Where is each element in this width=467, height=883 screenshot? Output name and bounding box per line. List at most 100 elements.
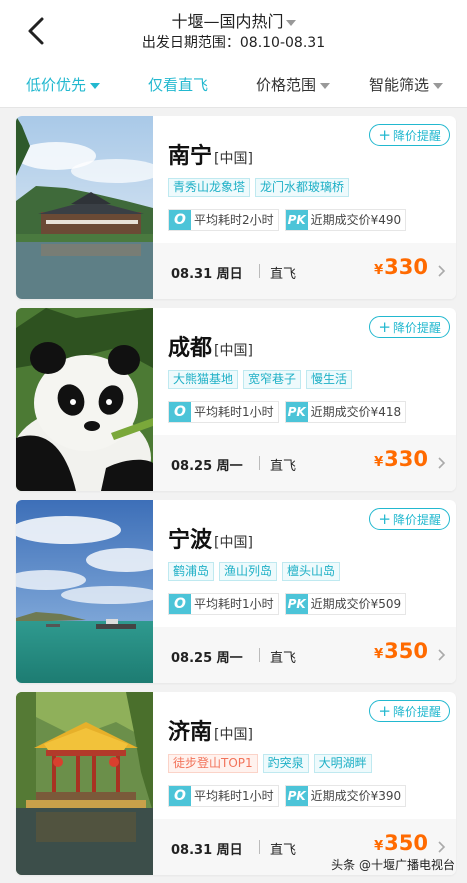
caret-down-icon <box>285 19 296 26</box>
attraction-tag: 趵突泉 <box>262 754 309 773</box>
price-value: 350 <box>384 831 428 855</box>
attraction-tag: 大明湖畔 <box>313 754 372 773</box>
flight-price: ¥350 <box>374 639 428 663</box>
flight-type: 直飞 <box>270 651 297 666</box>
filter-bar: 低价优先 仅看直飞 价格范围 智能筛选 <box>0 62 467 108</box>
currency-symbol: ¥ <box>374 647 384 662</box>
attraction-tag: 龙门水都玻璃桥 <box>255 178 350 197</box>
direct-only-filter[interactable]: 仅看直飞 <box>148 74 208 95</box>
clock-icon: O <box>169 402 191 422</box>
flight-stats: O 平均耗时1小时 PK 近期成交价¥509 <box>168 593 412 615</box>
alert-label: 降价提醒 <box>392 513 441 527</box>
city-label: 济南 <box>168 720 213 745</box>
divider <box>259 264 260 278</box>
recent-price-stat: PK 近期成交价¥390 <box>284 785 407 807</box>
destination-card[interactable]: + 降价提醒 成都 [中国] 大熊猫基地 宽窄巷子 慢生活 O 平均耗时1小时 PK 近期成交… <box>16 308 456 491</box>
attraction-tag: 慢生活 <box>306 370 353 389</box>
departure-date-range: 出发日期范围：08.10-08.31 <box>141 35 326 51</box>
filter-label: 低价优先 <box>26 76 87 94</box>
chevron-right-icon <box>438 649 446 661</box>
recent-price-text: 近期成交价¥490 <box>310 213 402 227</box>
page-title: 十堰—国内热门 <box>171 12 284 31</box>
duration-stat: O 平均耗时1小时 <box>168 785 279 807</box>
destination-card[interactable]: + 降价提醒 南宁 [中国] 青秀山龙象塔 龙门水都玻璃桥 O 平均耗时2小时 PK 近期成… <box>16 116 456 299</box>
destination-photo <box>16 500 153 683</box>
currency-symbol: ¥ <box>374 263 384 278</box>
alert-label: 降价提醒 <box>392 129 441 143</box>
attraction-tags: 大熊猫基地 宽窄巷子 慢生活 <box>168 368 357 389</box>
alert-label: 降价提醒 <box>392 321 441 335</box>
flight-summary: 08.31 周日 直飞 ¥330 <box>153 243 456 299</box>
price-value: 350 <box>384 639 428 663</box>
pk-icon: PK <box>285 402 308 422</box>
city-name: 成都 [中国] <box>168 330 253 362</box>
recent-price-text: 近期成交价¥390 <box>310 789 402 803</box>
flight-date: 08.31 周日 <box>171 843 243 858</box>
duration-stat: O 平均耗时1小时 <box>168 593 279 615</box>
flight-stats: O 平均耗时2小时 PK 近期成交价¥490 <box>168 209 412 231</box>
price-drop-alert-button[interactable]: + 降价提醒 <box>369 508 450 530</box>
price-drop-alert-button[interactable]: + 降价提醒 <box>369 124 450 146</box>
city-label: 南宁 <box>168 144 213 169</box>
caret-down-icon <box>433 82 444 89</box>
destination-card[interactable]: + 降价提醒 宁波 [中国] 鹤浦岛 渔山列岛 檀头山岛 O 平均耗时1小时 PK 近期成交价… <box>16 500 456 683</box>
country-label: [中国] <box>214 535 253 551</box>
currency-symbol: ¥ <box>374 839 384 854</box>
country-label: [中国] <box>214 343 253 359</box>
price-drop-alert-button[interactable]: + 降价提醒 <box>369 700 450 722</box>
flight-stats: O 平均耗时1小时 PK 近期成交价¥418 <box>168 401 412 423</box>
destination-photo <box>16 308 153 491</box>
price-value: 330 <box>384 255 428 279</box>
duration-text: 平均耗时1小时 <box>194 597 274 611</box>
price-drop-alert-button[interactable]: + 降价提醒 <box>369 316 450 338</box>
duration-text: 平均耗时2小时 <box>194 213 274 227</box>
destination-card[interactable]: + 降价提醒 济南 [中国] 徒步登山TOP1 趵突泉 大明湖畔 O 平均耗时1小时 PK 近… <box>16 692 456 875</box>
recent-price-text: 近期成交价¥418 <box>310 405 402 419</box>
flight-type: 直飞 <box>270 267 297 282</box>
flight-price: ¥330 <box>374 255 428 279</box>
city-name: 宁波 [中国] <box>168 522 253 554</box>
filter-label: 价格范围 <box>256 76 317 94</box>
duration-text: 平均耗时1小时 <box>194 789 274 803</box>
duration-stat: O 平均耗时1小时 <box>168 401 279 423</box>
pk-icon: PK <box>285 210 308 230</box>
price-range-filter[interactable]: 价格范围 <box>256 74 331 95</box>
pk-icon: PK <box>285 786 308 806</box>
filter-label: 智能筛选 <box>369 76 430 94</box>
recent-price-stat: PK 近期成交价¥418 <box>284 401 407 423</box>
flight-price: ¥330 <box>374 447 428 471</box>
flight-price: ¥350 <box>374 831 428 855</box>
currency-symbol: ¥ <box>374 455 384 470</box>
attraction-tag: 宽窄巷子 <box>243 370 302 389</box>
country-label: [中国] <box>214 727 253 743</box>
divider <box>259 648 260 662</box>
attraction-tags: 徒步登山TOP1 趵突泉 大明湖畔 <box>168 752 377 773</box>
attraction-tag: 大熊猫基地 <box>168 370 239 389</box>
pk-icon: PK <box>285 594 308 614</box>
flight-summary: 08.25 周一 直飞 ¥350 <box>153 627 456 683</box>
alert-label: 降价提醒 <box>392 705 441 719</box>
chevron-right-icon <box>438 457 446 469</box>
caret-down-icon <box>320 82 331 89</box>
watermark: 头条 @十堰广播电视台 <box>331 858 455 872</box>
city-label: 宁波 <box>168 528 213 553</box>
hot-attraction-tag: 徒步登山TOP1 <box>168 754 258 773</box>
clock-icon: O <box>169 210 191 230</box>
city-name: 南宁 [中国] <box>168 138 253 170</box>
attraction-tags: 青秀山龙象塔 龙门水都玻璃桥 <box>168 176 354 197</box>
clock-icon: O <box>169 786 191 806</box>
recent-price-text: 近期成交价¥509 <box>310 597 402 611</box>
sort-lowest-price-filter[interactable]: 低价优先 <box>26 74 101 95</box>
flight-date: 08.31 周日 <box>171 267 243 282</box>
destination-photo <box>16 116 153 299</box>
flight-stats: O 平均耗时1小时 PK 近期成交价¥390 <box>168 785 412 807</box>
route-selector[interactable]: 十堰—国内热门 <box>0 8 467 32</box>
caret-down-icon <box>90 82 101 89</box>
flight-summary: 08.25 周一 直飞 ¥330 <box>153 435 456 491</box>
flight-type: 直飞 <box>270 843 297 858</box>
filter-label: 仅看直飞 <box>148 76 209 94</box>
duration-stat: O 平均耗时2小时 <box>168 209 279 231</box>
recent-price-stat: PK 近期成交价¥490 <box>284 209 407 231</box>
smart-filter[interactable]: 智能筛选 <box>369 74 444 95</box>
chevron-right-icon <box>438 841 446 853</box>
